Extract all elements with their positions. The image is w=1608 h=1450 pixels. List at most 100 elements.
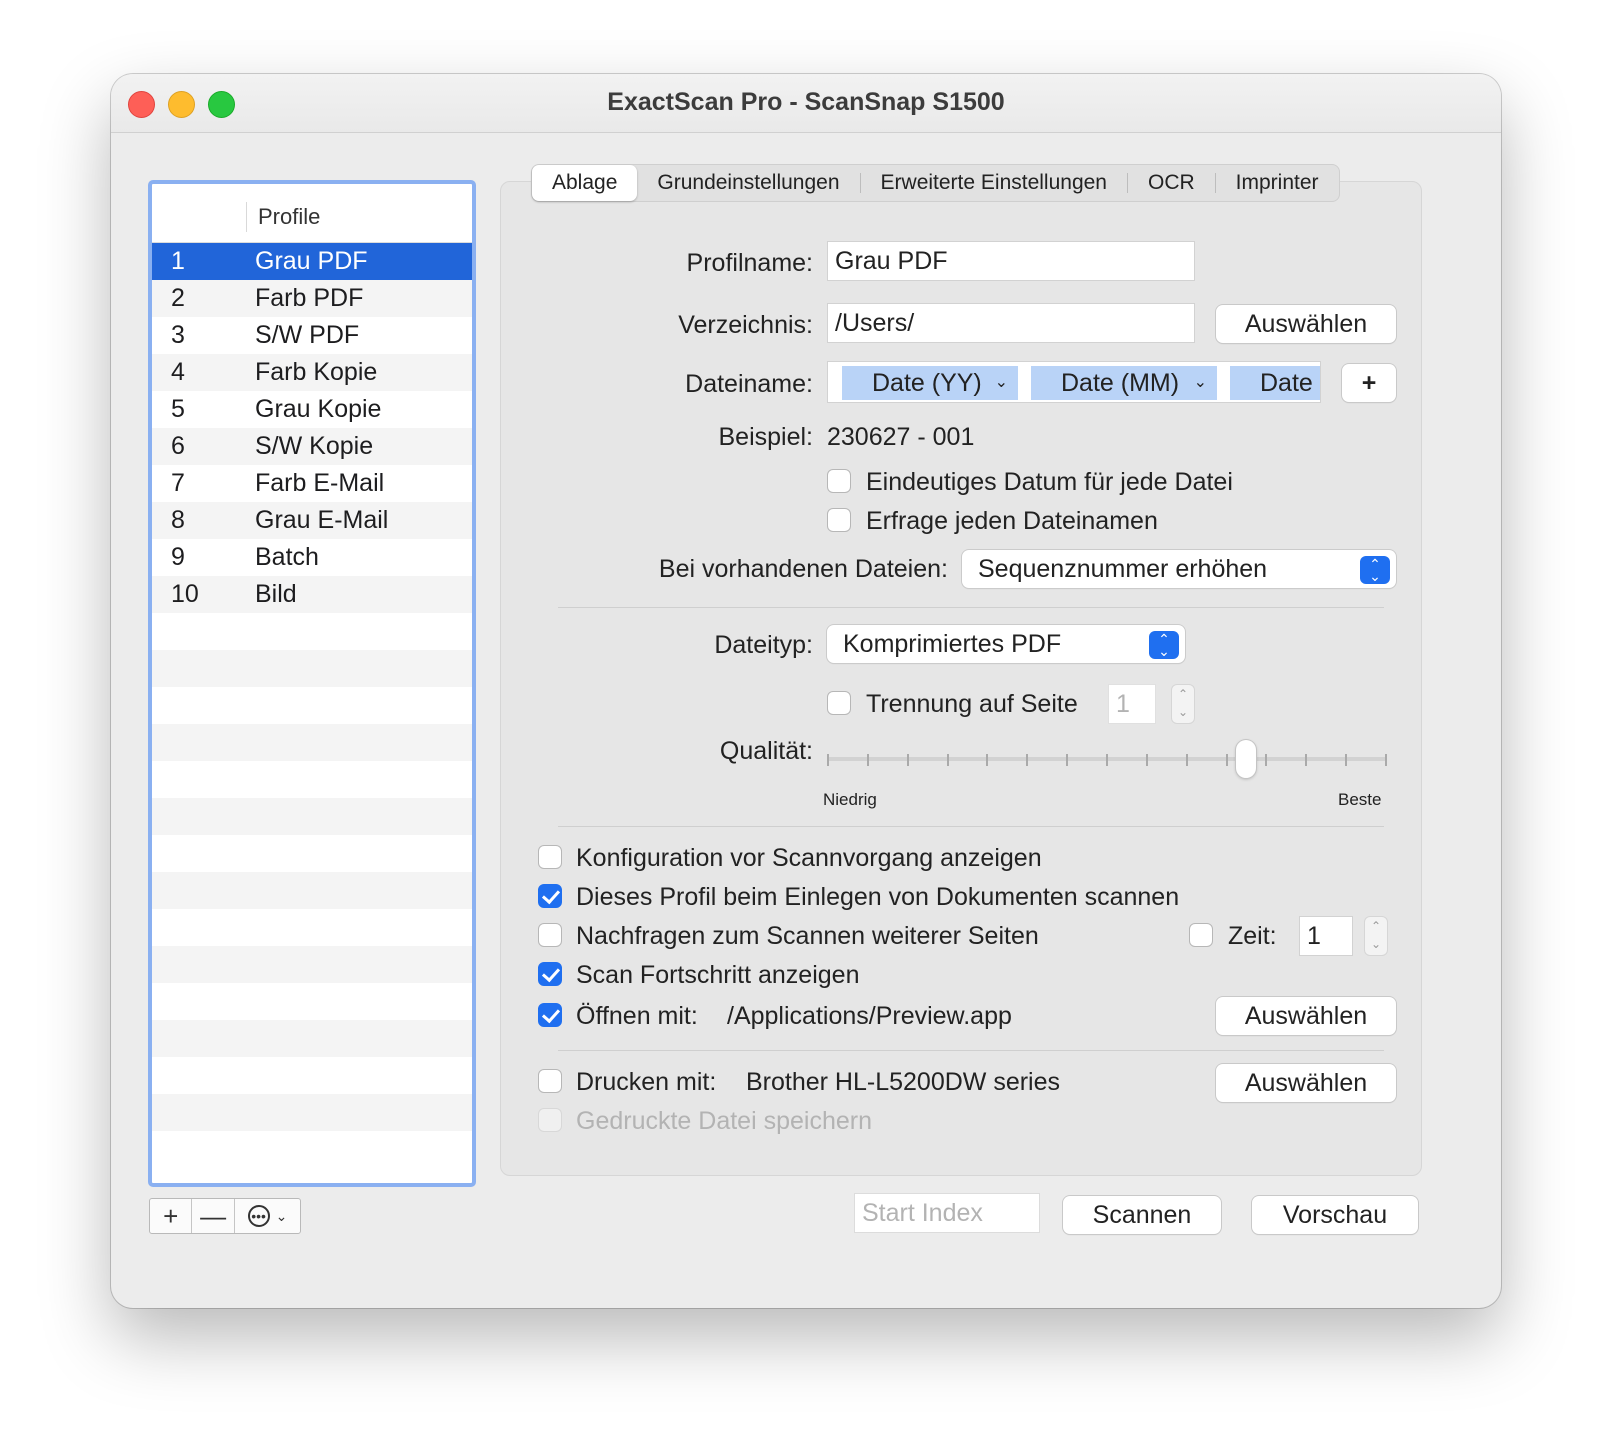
profile-number: 7 [171, 469, 185, 497]
empty-row [152, 909, 472, 946]
tab-ocr[interactable]: OCR [1128, 165, 1215, 201]
chevron-down-icon: ⌄ [994, 374, 1008, 391]
slider-tick [1106, 754, 1108, 766]
profile-row[interactable]: 5 Grau Kopie [152, 391, 472, 428]
print-with-checkbox[interactable] [538, 1069, 562, 1093]
profile-name: Farb E-Mail [255, 469, 385, 497]
split-page-label: Trennung auf Seite [866, 690, 1078, 718]
config-before-scan-checkbox[interactable] [538, 845, 562, 869]
quality-slider-knob[interactable] [1236, 740, 1256, 778]
profile-name: Farb PDF [255, 284, 364, 312]
slider-tick [827, 754, 829, 766]
choose-directory-button[interactable]: Auswählen [1216, 305, 1396, 343]
open-with-checkbox[interactable] [538, 1003, 562, 1027]
main-window: ExactScan Pro - ScanSnap S1500 Profile 1… [111, 74, 1501, 1308]
dateityp-select[interactable]: Komprimiertes PDF ⌃ ⌄ [827, 625, 1185, 663]
choose-printer-button[interactable]: Auswählen [1216, 1064, 1396, 1102]
profile-column-header[interactable]: Profile [258, 204, 320, 230]
zeit-stepper[interactable]: ⌃ ⌄ [1364, 916, 1388, 956]
start-index-field[interactable]: Start Index [854, 1193, 1040, 1233]
show-progress-checkbox[interactable] [538, 962, 562, 986]
token-date-mm[interactable]: Date (MM) ⌄ [1031, 366, 1217, 400]
split-page-field[interactable]: 1 [1108, 684, 1156, 724]
preview-button[interactable]: Vorschau [1252, 1196, 1418, 1234]
profile-row[interactable]: 6 S/W Kopie [152, 428, 472, 465]
slider-tick [1265, 754, 1267, 766]
chevron-down-icon: ⌄ [1193, 374, 1207, 391]
profile-row[interactable]: 2 Farb PDF [152, 280, 472, 317]
profile-list[interactable]: Profile 1 Grau PDF 2 Farb PDF 3 S/W PDF 4 Farb … [148, 180, 476, 1187]
existing-files-select[interactable]: Sequenznummer erhöhen ⌃ ⌄ [962, 550, 1396, 588]
empty-row [152, 798, 472, 835]
scan-on-insert-label: Dieses Profil beim Einlegen von Dokument… [576, 883, 1180, 911]
open-with-path: /Applications/Preview.app [727, 1002, 1012, 1030]
window-title: ExactScan Pro - ScanSnap S1500 [607, 88, 1005, 116]
ask-more-pages-checkbox[interactable] [538, 923, 562, 947]
save-printed-label: Gedruckte Datei speichern [576, 1107, 872, 1135]
ellipsis-circle-icon: ••• [247, 1205, 270, 1227]
profile-row[interactable]: 9 Batch [152, 539, 472, 576]
quality-slider[interactable] [827, 740, 1387, 780]
split-page-checkbox[interactable] [827, 691, 851, 715]
profile-row[interactable]: 1 Grau PDF [152, 243, 472, 280]
tab-grundeinstellungen[interactable]: Grundeinstellungen [637, 165, 859, 201]
scan-on-insert-checkbox[interactable] [538, 884, 562, 908]
slider-tick [907, 754, 909, 766]
profile-number: 1 [171, 247, 185, 275]
profile-rows: 1 Grau PDF 2 Farb PDF 3 S/W PDF 4 Farb Kopie 5 Gr… [152, 243, 472, 1168]
empty-row [152, 1020, 472, 1057]
tab-erweiterte-einstellungen[interactable]: Erweiterte Einstellungen [861, 165, 1127, 201]
profilname-field[interactable]: Grau PDF [827, 241, 1195, 281]
section-divider [558, 1050, 1384, 1051]
empty-row [152, 613, 472, 650]
ask-more-pages-label: Nachfragen zum Scannen weiterer Seiten [576, 922, 1039, 950]
zeit-field[interactable]: 1 [1299, 916, 1353, 956]
ask-filename-checkbox[interactable] [827, 508, 851, 532]
slider-tick [1186, 754, 1188, 766]
zeit-label: Zeit: [1228, 922, 1277, 950]
profile-number: 4 [171, 358, 185, 386]
config-before-scan-label: Konfiguration vor Scannvorgang anzeigen [576, 844, 1042, 872]
profile-row[interactable]: 3 S/W PDF [152, 317, 472, 354]
profile-number: 2 [171, 284, 185, 312]
profile-number: 9 [171, 543, 185, 571]
tab-bar: Ablage Grundeinstellungen Erweiterte Ein… [531, 164, 1340, 202]
profile-row[interactable]: 4 Farb Kopie [152, 354, 472, 391]
profile-row[interactable]: 10 Bild [152, 576, 472, 613]
add-token-button[interactable]: + [1342, 364, 1396, 402]
beispiel-value: 230627 - 001 [827, 423, 975, 451]
slider-tick [1305, 754, 1307, 766]
profile-list-header: Profile [152, 184, 472, 243]
split-page-stepper[interactable]: ⌃ ⌄ [1171, 684, 1195, 724]
profile-number: 6 [171, 432, 185, 460]
profile-number: 5 [171, 395, 185, 423]
tab-imprinter[interactable]: Imprinter [1216, 165, 1339, 201]
add-profile-button[interactable]: + [150, 1199, 193, 1233]
tab-ablage[interactable]: Ablage [532, 165, 638, 201]
profile-row[interactable]: 8 Grau E-Mail [152, 502, 472, 539]
token-date-yy[interactable]: Date (YY) ⌄ [842, 366, 1018, 400]
more-options-button[interactable]: ••• ⌄ [235, 1199, 300, 1233]
token-date[interactable]: Date [1230, 366, 1320, 400]
profile-name: Grau Kopie [255, 395, 382, 423]
profile-row[interactable]: 7 Farb E-Mail [152, 465, 472, 502]
choose-app-button[interactable]: Auswählen [1216, 997, 1396, 1035]
unique-date-checkbox[interactable] [827, 469, 851, 493]
dateiname-token-field[interactable]: Date (YY) ⌄ Date (MM) ⌄ Date [827, 361, 1321, 403]
quality-label: Qualität: [719, 737, 813, 765]
profile-name: S/W PDF [255, 321, 360, 349]
remove-profile-button[interactable]: — [192, 1199, 235, 1233]
slider-tick [867, 754, 869, 766]
dateiname-label: Dateiname: [685, 370, 813, 398]
quality-max-label: Beste [1338, 790, 1382, 809]
empty-row [152, 983, 472, 1020]
verzeichnis-field[interactable]: /Users/ [827, 303, 1195, 343]
title-bar: ExactScan Pro - ScanSnap S1500 [111, 74, 1501, 133]
printer-name: Brother HL-L5200DW series [746, 1068, 1061, 1096]
profile-name: Batch [255, 543, 319, 571]
profile-name: Grau E-Mail [255, 506, 389, 534]
save-printed-checkbox[interactable] [538, 1108, 562, 1132]
zeit-checkbox[interactable] [1189, 923, 1213, 947]
section-divider [558, 607, 1384, 608]
scan-button[interactable]: Scannen [1063, 1196, 1221, 1234]
